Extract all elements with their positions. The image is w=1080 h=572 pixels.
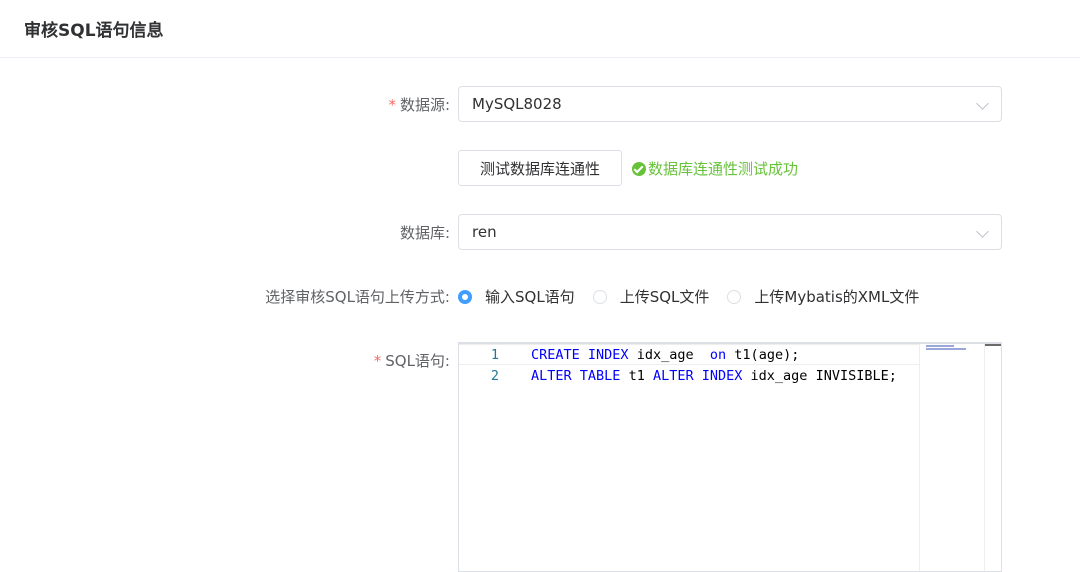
sql-token: idx_age xyxy=(636,346,694,363)
code-line: 2 ALTER TABLE t1 ALTER INDEX idx_age INV… xyxy=(459,365,897,386)
page-header: 审核SQL语句信息 xyxy=(0,0,1080,58)
sql-token: INVISIBLE xyxy=(815,367,889,384)
code-line: 1 CREATE INDEX idx_age on t1(age); xyxy=(459,344,919,365)
radio-unchecked-icon[interactable] xyxy=(592,289,607,304)
sql-token: ; xyxy=(791,346,800,363)
sql-code-editor[interactable]: 1 CREATE INDEX idx_age on t1(age); 2 ALT… xyxy=(458,342,1002,572)
sql-token: t1 xyxy=(628,367,645,384)
sql-keyword: ALTER xyxy=(531,367,572,384)
page-title: 审核SQL语句信息 xyxy=(24,21,164,41)
sql-token: ( xyxy=(750,346,759,363)
sql-token: age xyxy=(758,346,784,363)
editor-minimap[interactable] xyxy=(919,343,986,571)
radio-label: 上传SQL文件 xyxy=(619,288,710,306)
datasource-label-text: 数据源: xyxy=(399,96,450,114)
sql-label: * SQL语句: xyxy=(374,350,450,371)
sql-token: ; xyxy=(888,367,897,384)
editor-scrollbar[interactable] xyxy=(984,343,1001,571)
test-connection-button[interactable]: 测试数据库连通性 xyxy=(458,150,622,186)
radio-label: 上传Mybatis的XML文件 xyxy=(754,288,920,306)
line-number: 1 xyxy=(490,346,499,363)
connection-success-text: 数据库连通性测试成功 xyxy=(648,160,799,178)
database-label: 数据库: xyxy=(399,224,450,242)
upload-mode-radio-group: 输入SQL语句 上传SQL文件 上传Mybatis的XML文件 xyxy=(458,286,937,307)
sql-label-text: SQL语句: xyxy=(385,352,450,370)
chevron-down-icon xyxy=(976,97,989,110)
sql-keyword: CREATE xyxy=(531,346,580,363)
radio-upload-mybatis-xml[interactable]: 上传Mybatis的XML文件 xyxy=(727,286,919,307)
radio-input-sql[interactable]: 输入SQL语句 xyxy=(458,286,575,307)
chevron-down-icon xyxy=(976,225,989,238)
radio-checked-icon[interactable] xyxy=(458,289,472,304)
code-text: ALTER TABLE t1 ALTER INDEX idx_age INVIS… xyxy=(531,368,897,384)
required-mark: * xyxy=(373,352,382,370)
radio-label: 输入SQL语句 xyxy=(485,288,575,306)
sql-keyword: ALTER xyxy=(652,367,694,384)
datasource-select[interactable]: MySQL8028 xyxy=(458,86,1002,122)
check-circle-icon xyxy=(632,161,646,176)
required-mark: * xyxy=(388,96,396,114)
radio-upload-sql-file[interactable]: 上传SQL文件 xyxy=(592,286,710,307)
sql-keyword: on xyxy=(709,346,727,363)
sql-token: t1 xyxy=(734,346,751,363)
sql-token: idx_age xyxy=(750,367,808,384)
sql-token: ) xyxy=(783,346,792,363)
upload-mode-label: 选择审核SQL语句上传方式: xyxy=(265,288,450,306)
minimap-line xyxy=(926,345,954,347)
minimap-line xyxy=(926,348,966,350)
sql-keyword: INDEX xyxy=(701,367,743,384)
datasource-select-value: MySQL8028 xyxy=(472,95,562,113)
database-select[interactable]: ren xyxy=(458,214,1002,250)
sql-keyword: TABLE xyxy=(579,367,621,384)
editor-border xyxy=(459,343,1001,344)
radio-unchecked-icon[interactable] xyxy=(727,289,742,304)
datasource-label: * 数据源: xyxy=(388,94,450,115)
line-number: 2 xyxy=(490,367,499,384)
connection-success-message: 数据库连通性测试成功 xyxy=(632,158,798,179)
database-select-value: ren xyxy=(472,223,497,241)
code-text: CREATE INDEX idx_age on t1(age); xyxy=(531,347,799,363)
sql-keyword: INDEX xyxy=(587,346,629,363)
